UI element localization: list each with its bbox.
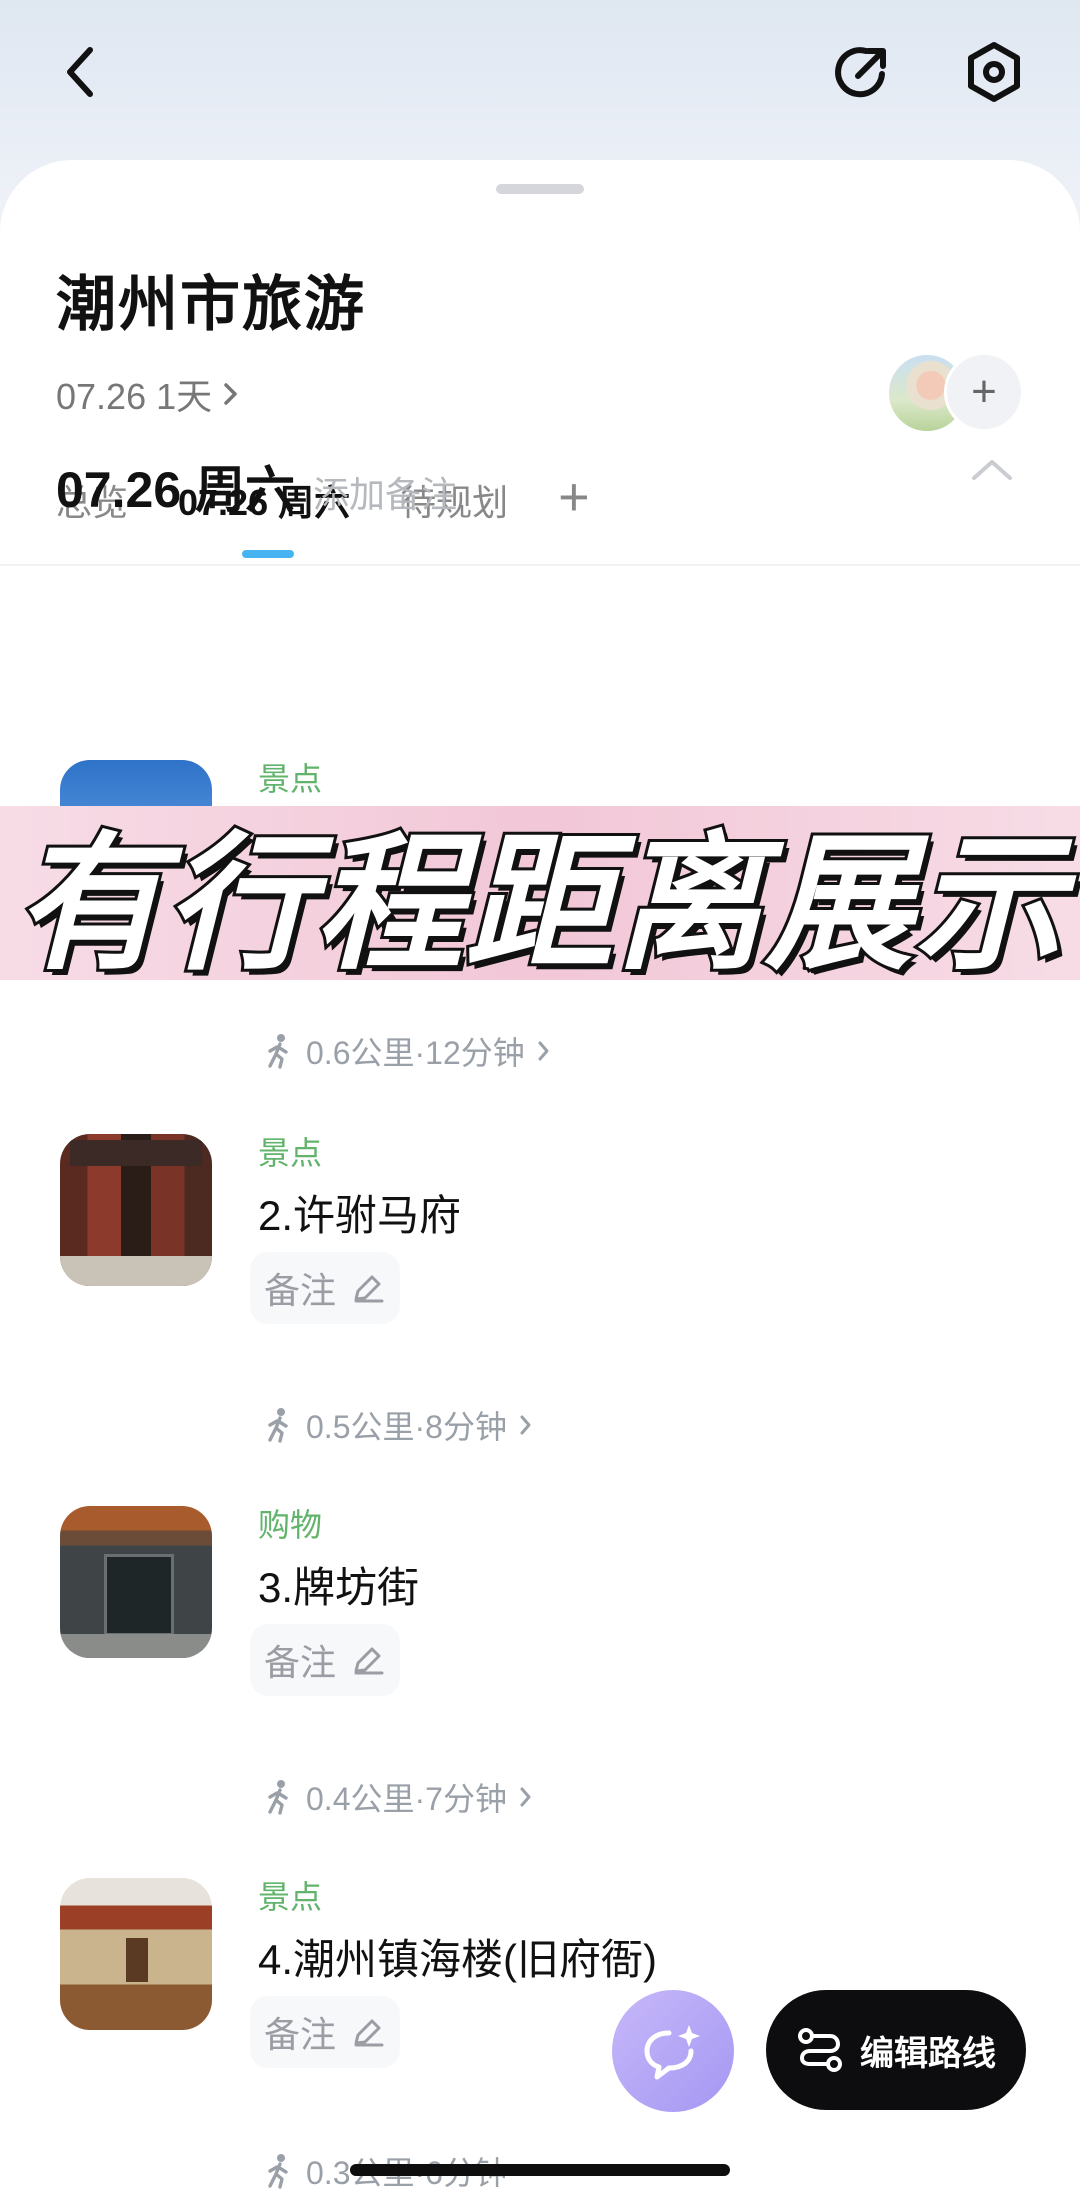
route-icon [798, 2028, 842, 2072]
day-title: 07.26 周六 [56, 462, 296, 518]
chevron-right-icon [520, 1787, 531, 1807]
note-button[interactable]: 备注 [250, 1252, 400, 1324]
pencil-icon [354, 2019, 384, 2047]
pencil-icon [354, 1275, 384, 1303]
note-button[interactable]: 备注 [250, 1624, 400, 1696]
category-label: 景点 [258, 1135, 323, 1171]
chat-sparkle-icon [644, 2025, 700, 2080]
route-distance-time: 0.6公里·12分钟 [306, 1035, 525, 1071]
chevron-right-icon [520, 1415, 531, 1435]
route-segment[interactable]: 0.6公里·12分钟 [264, 1028, 551, 1074]
place-thumbnail [60, 1878, 212, 2030]
edit-route-label: 编辑路线 [860, 2034, 996, 2073]
chevron-left-icon [67, 47, 93, 97]
trip-date-range[interactable]: 07.26 1天 [56, 368, 240, 420]
share-icon [835, 47, 886, 98]
list-item[interactable]: 购物 3.牌坊街 备注 [60, 1506, 1020, 1706]
ground [60, 1634, 212, 1658]
place-name: 3.牌坊街 [258, 1564, 420, 1611]
back-button[interactable] [48, 40, 112, 104]
place-thumbnail [60, 1506, 212, 1658]
ai-chat-button[interactable] [612, 1990, 734, 2112]
signboard [126, 1938, 148, 1982]
place-name: 4.潮州镇海楼(旧府衙) [258, 1936, 658, 1983]
pencil-icon [354, 1647, 384, 1675]
chevron-right-icon [538, 1041, 549, 1061]
route-distance-time: 0.5公里·8分钟 [306, 1409, 507, 1445]
trip-date-range-label: 07.26 1天 [56, 376, 213, 417]
list-item[interactable]: 景点 2.许驸马府 备注 [60, 1134, 1020, 1334]
category-label: 景点 [258, 1879, 323, 1915]
edit-route-button[interactable]: 编辑路线 [766, 1990, 1026, 2110]
place-thumbnail [60, 1134, 212, 1286]
note-label: 备注 [263, 1270, 336, 1311]
add-note-link[interactable]: 添加备注 [313, 466, 457, 518]
note-label: 备注 [263, 1642, 336, 1683]
collapse-button[interactable] [970, 456, 1014, 489]
note-button[interactable]: 备注 [250, 1996, 400, 2068]
ground [60, 1256, 212, 1286]
divider [0, 564, 1080, 566]
walk-icon [268, 1034, 288, 1069]
walk-icon [268, 2154, 288, 2189]
plaque [70, 1140, 202, 1166]
chevron-up-icon [972, 460, 1012, 480]
settings-button[interactable] [958, 36, 1030, 108]
route-segment[interactable]: 0.5公里·8分钟 [264, 1402, 533, 1448]
share-button[interactable] [826, 36, 898, 108]
note-label: 备注 [263, 2014, 336, 2055]
add-member-button[interactable]: + [944, 352, 1024, 432]
day-header: 07.26 周六 添加备注 [56, 450, 457, 522]
category-label: 购物 [258, 1507, 323, 1543]
promo-banner-text: 有行程距离展示 [12, 819, 1066, 990]
home-indicator [350, 2164, 730, 2176]
settings-hex-icon [968, 42, 1020, 102]
walk-icon [268, 1780, 288, 1815]
add-tab-button[interactable]: + [558, 470, 590, 524]
sheet-grab-handle[interactable] [496, 184, 584, 194]
trip-title: 潮州市旅游 [56, 271, 366, 338]
chevron-right-icon [224, 383, 237, 405]
walk-icon [268, 1408, 288, 1443]
members: + [886, 350, 1024, 434]
route-distance-time: 0.4公里·7分钟 [306, 1781, 507, 1817]
place-name: 2.许驸马府 [258, 1192, 462, 1239]
route-segment[interactable]: 0.4公里·7分钟 [264, 1774, 533, 1820]
top-bar [0, 0, 1080, 160]
gate-plaque [104, 1554, 174, 1636]
